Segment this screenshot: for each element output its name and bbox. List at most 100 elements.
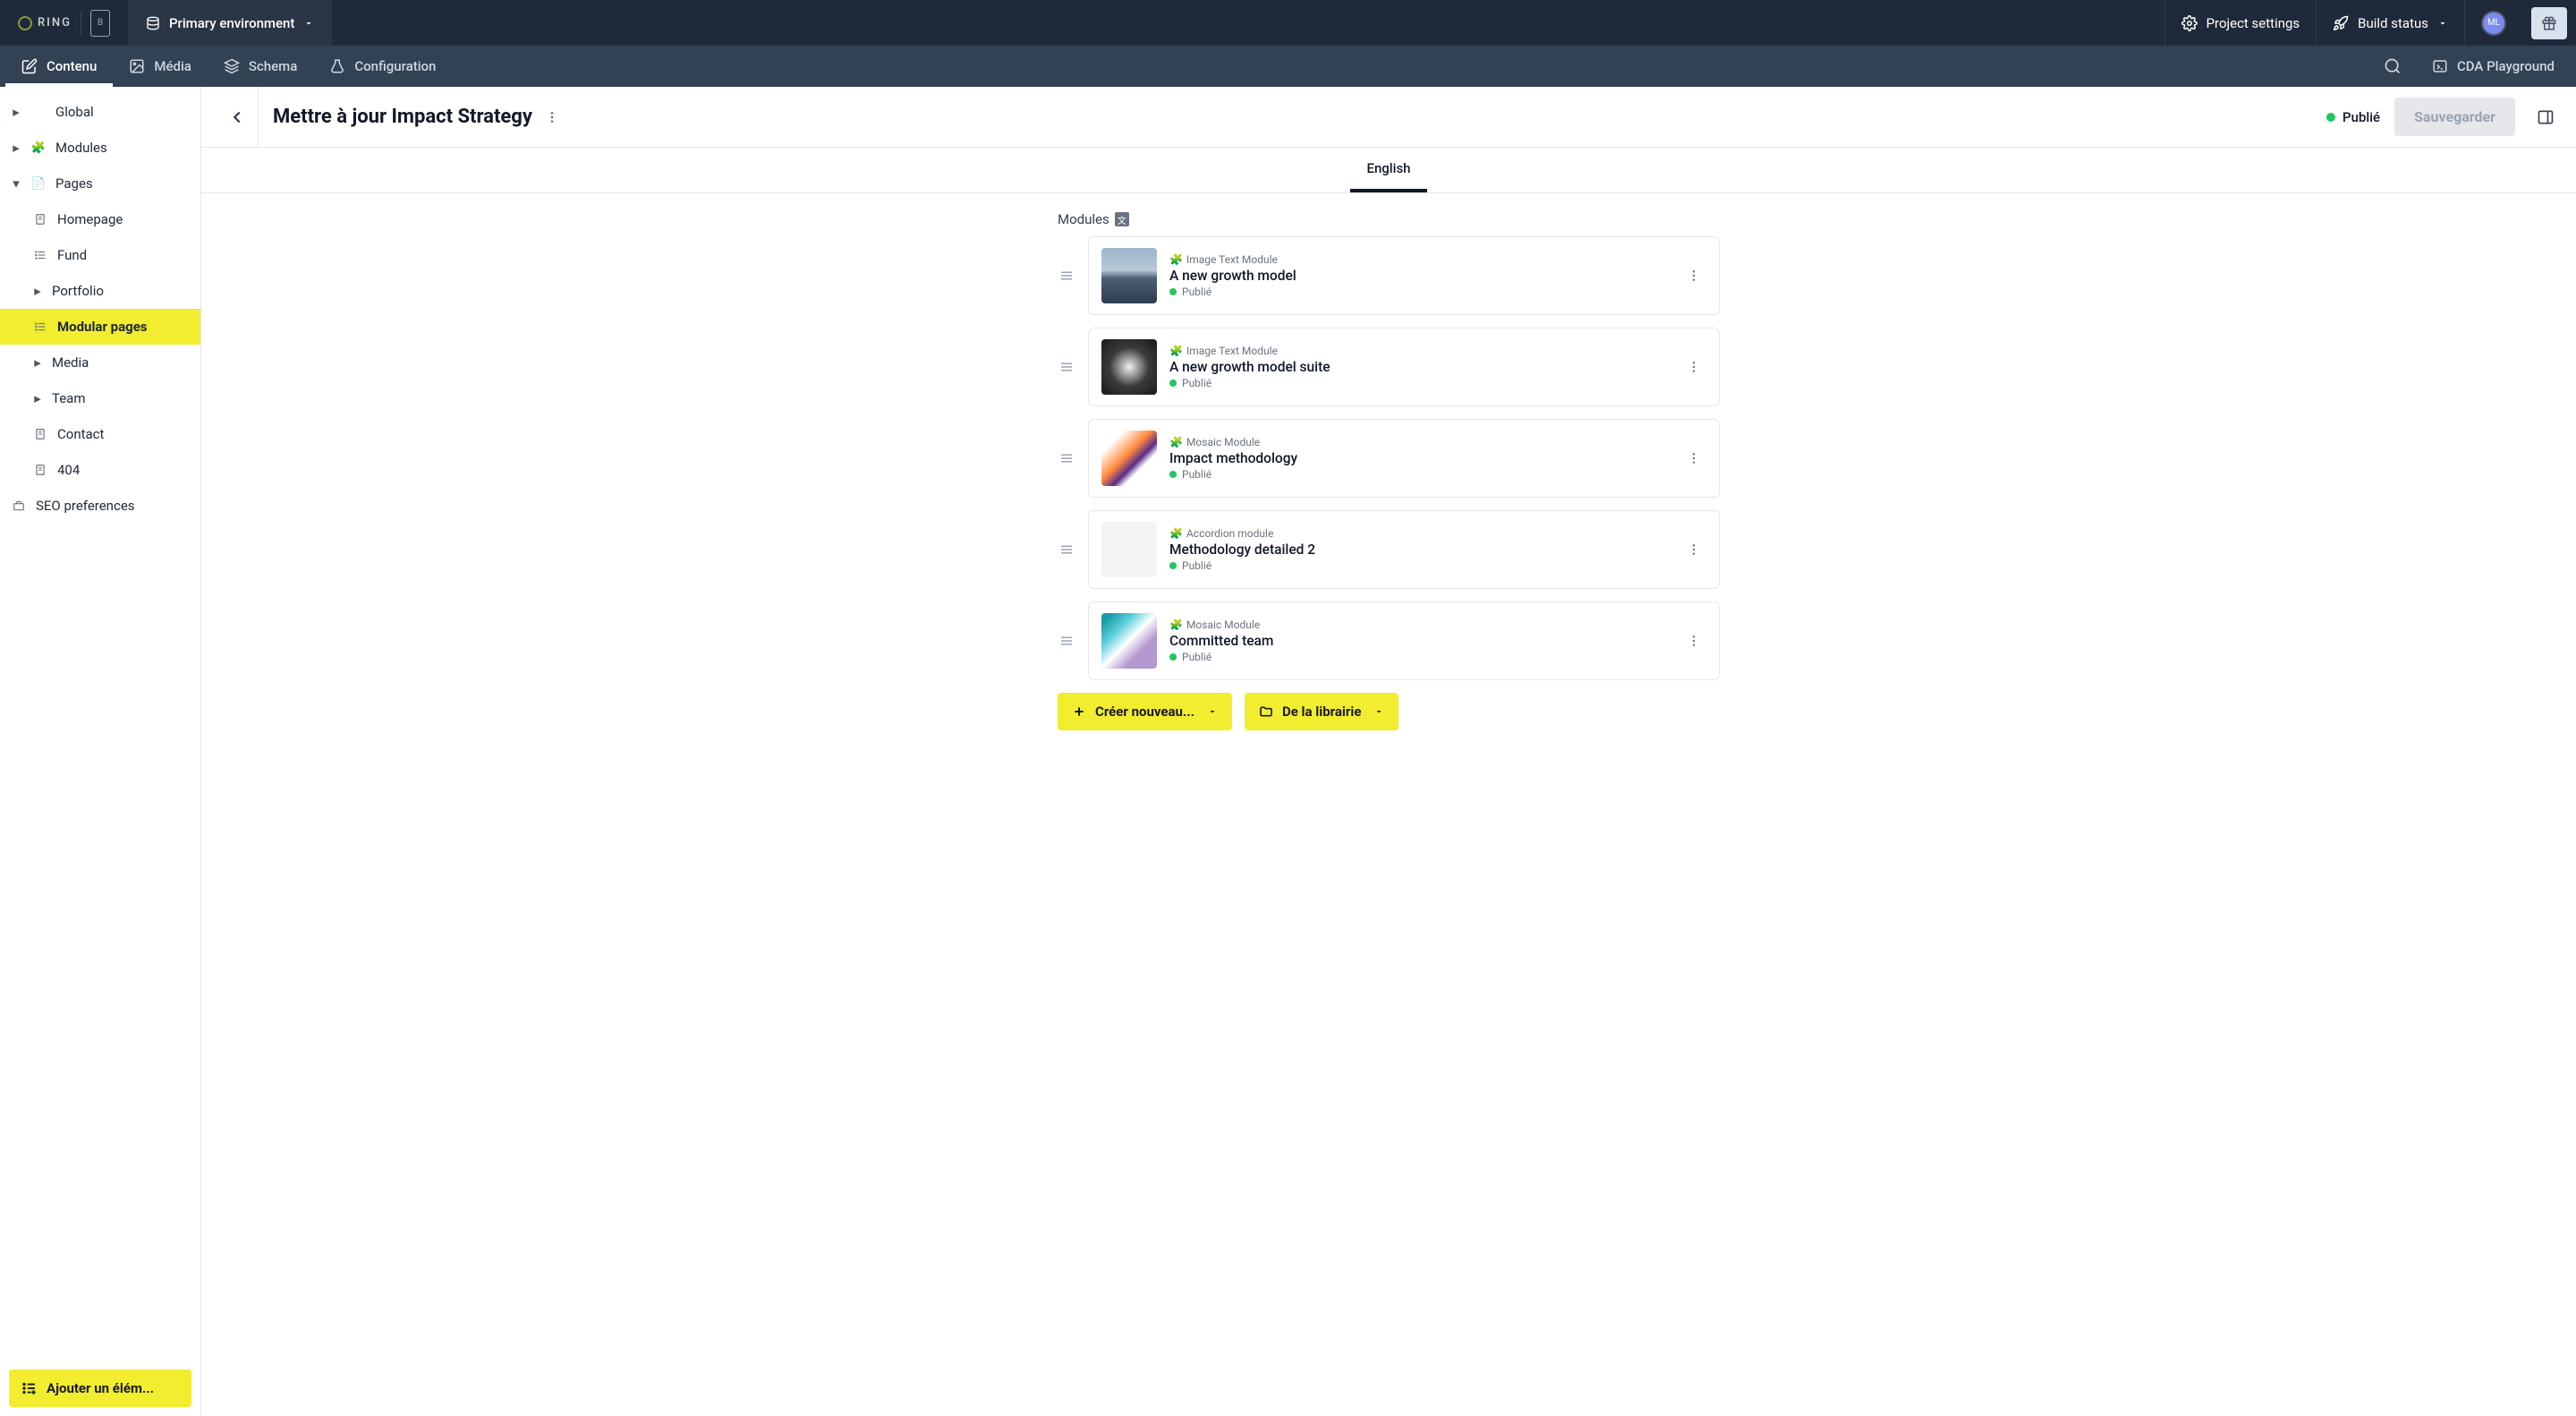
sidebar-item-label: Modular pages [57,319,148,335]
drag-handle[interactable] [1058,542,1075,558]
file-icon [32,428,48,440]
sidebar-item-fund[interactable]: Fund [0,237,200,273]
sidebar-item-label: Global [55,104,94,120]
cda-playground-button[interactable]: CDA Playground [2416,46,2571,87]
add-button-label: Ajouter un élém... [47,1380,154,1396]
section-label-text: Modules [1058,211,1109,227]
sidebar-item-portfolio[interactable]: ▸ Portfolio [0,273,200,309]
page-menu-button[interactable] [545,110,566,124]
save-button[interactable]: Sauvegarder [2394,98,2515,136]
kebab-icon [1687,634,1701,648]
module-card[interactable]: 🧩Image Text Module A new growth model su… [1088,328,1720,406]
module-row: 🧩Image Text Module A new growth model Pu… [1058,236,1720,315]
content-tree: ▸ Global ▸ 🧩 Modules ▾ 📄 Pages Homepage [0,87,200,1361]
sidebar-item-contact[interactable]: Contact [0,416,200,452]
module-menu-button[interactable] [1681,628,1706,653]
drag-handle[interactable] [1058,450,1075,466]
image-icon [129,58,145,74]
lang-tab-english[interactable]: English [1350,148,1426,192]
module-row: 🧩Accordion module Methodology detailed 2… [1058,510,1720,589]
module-menu-button[interactable] [1681,354,1706,380]
module-info: 🧩Accordion module Methodology detailed 2… [1169,527,1669,572]
content-scroll[interactable]: Modules 文 🧩Image Text Module A new growt… [201,193,2576,1416]
flask-icon [329,58,345,74]
caret-right-icon: ▸ [32,283,43,299]
logo-ring[interactable]: RING [18,16,72,30]
kebab-icon [545,110,559,124]
drag-handle[interactable] [1058,268,1075,284]
status-dot-icon [1169,471,1177,478]
module-card[interactable]: 🧩Image Text Module A new growth model Pu… [1088,236,1720,315]
puzzle-icon: 🧩 [1169,527,1183,540]
back-button[interactable] [216,87,259,147]
drag-handle[interactable] [1058,633,1075,649]
sidebar-item-team[interactable]: ▸ Team [0,380,200,416]
user-menu[interactable]: ML [2464,0,2522,46]
drag-icon [1058,633,1075,649]
module-info: 🧩Mosaic Module Impact methodology Publié [1169,436,1669,481]
tab-contenu[interactable]: Contenu [5,46,113,87]
gear-icon [2181,15,2198,31]
build-status-button[interactable]: Build status [2316,0,2464,46]
status-dot-icon [1169,653,1177,661]
module-card[interactable]: 🧩Mosaic Module Impact methodology Publié [1088,419,1720,498]
nav-tab-label: Média [154,58,191,74]
add-list-icon [21,1380,38,1396]
sidebar-item-label: Portfolio [52,283,104,299]
lang-tab-label: English [1366,160,1410,176]
from-library-button[interactable]: De la librairie [1245,693,1399,730]
module-menu-button[interactable] [1681,263,1706,288]
terminal-icon [2432,58,2448,74]
sidebar-item-label: Fund [57,247,87,263]
sidebar-item-modular-pages[interactable]: Modular pages [0,309,200,345]
playground-label: CDA Playground [2457,58,2555,74]
module-thumbnail [1101,613,1157,669]
search-button[interactable] [2369,46,2416,87]
create-new-button[interactable]: Créer nouveau... [1058,693,1232,730]
sidebar-item-homepage[interactable]: Homepage [0,201,200,237]
sidebar: ▸ Global ▸ 🧩 Modules ▾ 📄 Pages Homepage [0,87,201,1416]
tab-media[interactable]: Média [113,46,208,87]
module-card[interactable]: 🧩Mosaic Module Committed team Publié [1088,601,1720,680]
gift-button[interactable] [2531,7,2567,39]
toolbox-icon [11,499,27,512]
sidebar-item-modules[interactable]: ▸ 🧩 Modules [0,130,200,166]
caret-right-icon: ▸ [32,390,43,406]
tab-schema[interactable]: Schema [208,46,313,87]
module-thumbnail [1101,431,1157,486]
environment-selector[interactable]: Primary environment [128,0,332,46]
logo-area: RING B [0,0,128,46]
kebab-icon [1687,542,1701,557]
file-icon [32,213,48,226]
tab-configuration[interactable]: Configuration [313,46,452,87]
puzzle-icon: 🧩 [30,141,47,155]
module-menu-button[interactable] [1681,446,1706,471]
chevron-left-icon [227,107,247,127]
sidebar-item-media-group[interactable]: ▸ Media [0,345,200,380]
drag-icon [1058,359,1075,375]
edit-icon [21,58,38,74]
sidebar-item-label: 404 [57,462,80,478]
module-thumbnail [1101,522,1157,577]
module-card[interactable]: 🧩Accordion module Methodology detailed 2… [1088,510,1720,589]
add-element-button[interactable]: Ajouter un élém... [9,1369,191,1407]
ring-logo-icon [18,16,32,30]
project-settings-button[interactable]: Project settings [2164,0,2317,46]
puzzle-icon: 🧩 [1169,345,1183,357]
sidepanel-toggle-button[interactable] [2529,101,2562,133]
sidebar-item-404[interactable]: 404 [0,452,200,488]
sidebar-item-pages[interactable]: ▾ 📄 Pages [0,166,200,201]
sidebar-item-global[interactable]: ▸ Global [0,94,200,130]
puzzle-icon: 🧩 [1169,436,1183,448]
sidebar-item-label: Pages [55,175,93,192]
save-label: Sauvegarder [2414,108,2495,125]
env-label: Primary environment [169,15,294,31]
module-menu-button[interactable] [1681,537,1706,562]
module-row: 🧩Mosaic Module Committed team Publié [1058,601,1720,680]
module-info: 🧩Image Text Module A new growth model su… [1169,345,1669,389]
module-type: 🧩Image Text Module [1169,345,1669,357]
chevron-down-icon [1207,706,1218,717]
sidebar-item-seo[interactable]: SEO preferences [0,488,200,524]
drag-handle[interactable] [1058,359,1075,375]
module-status: Publié [1169,559,1669,572]
